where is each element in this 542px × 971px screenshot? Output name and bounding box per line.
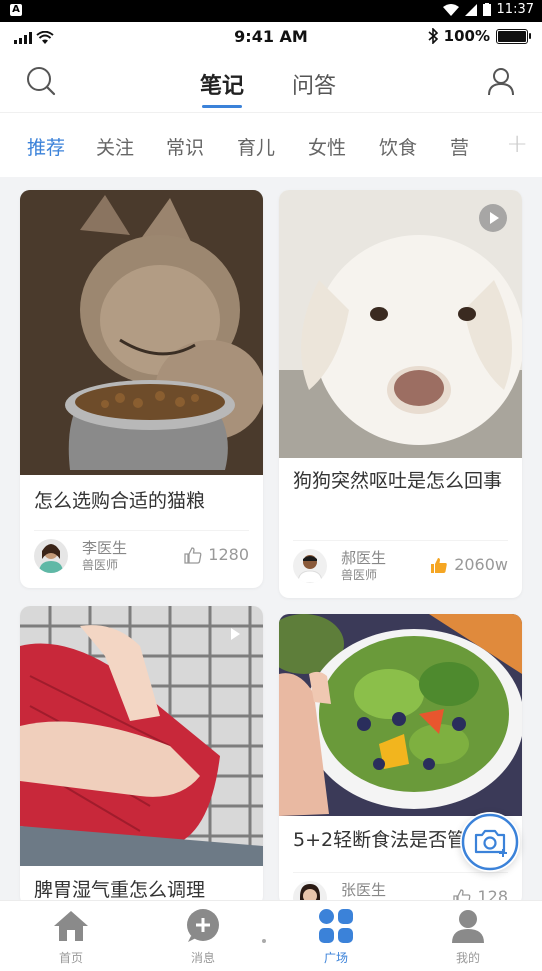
category-diet[interactable]: 饮食: [379, 133, 417, 160]
card-author-row: 李医生 兽医师 1280: [34, 530, 249, 579]
author-role: 兽医师: [341, 568, 378, 582]
bluetooth-icon: [428, 28, 438, 44]
author-name[interactable]: 李医生: [82, 537, 127, 558]
thumbs-up-icon: [184, 546, 202, 564]
profile-icon[interactable]: [486, 66, 516, 96]
ios-status-bar: 9:41 AM 100%: [0, 22, 542, 52]
category-recommend[interactable]: 推荐: [27, 133, 65, 160]
nav-me[interactable]: 我的: [428, 909, 508, 966]
android-status-right: 11:37: [442, 2, 534, 17]
tab-qa[interactable]: 问答: [292, 68, 336, 100]
battery-percent: 100%: [443, 27, 490, 45]
home-icon: [54, 911, 88, 941]
like-count-value: 1280: [208, 545, 249, 564]
note-card[interactable]: 怎么选购合适的猫粮 李医生 兽医师 1280: [20, 190, 263, 588]
author-avatar[interactable]: [293, 549, 327, 583]
grid-apps-icon: [319, 909, 353, 943]
android-status-bar: A 11:37: [0, 0, 542, 22]
card-title[interactable]: 怎么选购合适的猫粮: [34, 487, 249, 516]
thumbs-up-icon-active: [431, 557, 447, 573]
battery-icon: [496, 28, 531, 44]
bottom-nav: 首页 消息 广场 我的: [0, 900, 542, 971]
author-avatar[interactable]: [34, 539, 68, 573]
search-icon[interactable]: [26, 66, 56, 96]
category-parenting[interactable]: 育儿: [237, 133, 275, 160]
cat-eating-image: [20, 190, 263, 475]
category-follow[interactable]: 关注: [96, 133, 134, 160]
cell-signal-icon: [464, 3, 477, 16]
note-card[interactable]: 狗狗突然呕吐是怎么回事 郝医生 兽医师 2060w: [279, 190, 522, 598]
nav-indicator-dot: [262, 939, 266, 943]
salad-bowl-image: [279, 614, 522, 816]
android-time: 11:37: [496, 2, 534, 17]
like-count[interactable]: 1280: [184, 545, 249, 564]
nav-home-label: 首页: [58, 951, 83, 965]
battery-icon: [482, 3, 491, 16]
note-card[interactable]: 脾胃湿气重怎么调理: [20, 606, 263, 906]
tab-notes[interactable]: 笔记: [200, 68, 244, 108]
add-category-button[interactable]: +: [506, 129, 528, 159]
camera-post-button[interactable]: [460, 812, 520, 872]
message-plus-icon: [187, 909, 219, 942]
card-author-row: 郝医生 兽医师 2060w: [293, 540, 508, 589]
user-icon: [452, 910, 484, 943]
nav-square[interactable]: 广场: [296, 909, 376, 966]
nav-square-label: 广场: [323, 951, 348, 965]
play-video-icon[interactable]: [479, 204, 507, 232]
like-count[interactable]: 2060w: [430, 555, 508, 574]
like-count-value: 2060w: [454, 555, 508, 574]
nav-messages[interactable]: 消息: [163, 909, 243, 966]
ios-status-right: 100%: [428, 27, 531, 45]
nav-me-label: 我的: [455, 951, 480, 965]
category-women[interactable]: 女性: [308, 133, 346, 160]
app-notification-icon: A: [10, 4, 22, 16]
nav-home[interactable]: 首页: [31, 909, 111, 966]
author-role: 兽医师: [82, 558, 119, 572]
category-bar: 推荐 关注 常识 育儿 女性 饮食 营 +: [0, 112, 542, 177]
author-name[interactable]: 郝医生: [341, 547, 386, 568]
camera-plus-icon: [461, 813, 519, 871]
author-name[interactable]: 张医生: [341, 879, 386, 900]
nav-messages-label: 消息: [190, 951, 215, 965]
card-title[interactable]: 狗狗突然呕吐是怎么回事: [293, 467, 508, 496]
top-header: 笔记 问答: [0, 52, 542, 112]
wifi-icon: [442, 3, 459, 16]
play-video-icon[interactable]: [220, 620, 248, 648]
category-fade: [462, 113, 502, 177]
category-knowledge[interactable]: 常识: [166, 133, 204, 160]
